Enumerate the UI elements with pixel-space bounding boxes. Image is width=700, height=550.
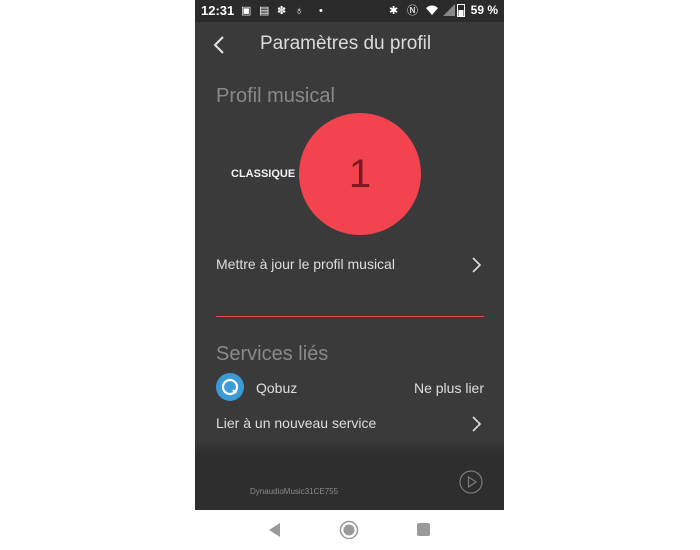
battery-percent: 59 % [470,3,498,17]
header: Paramètres du profil [195,22,504,70]
more-notifications-icon: • [319,5,323,17]
bluetooth-icon: ✱ [389,5,399,17]
link-new-service-label: Lier à un nouveau service [216,415,377,431]
play-icon[interactable] [459,470,483,494]
signal-icon [443,4,455,16]
battery-icon [457,4,465,17]
update-music-profile-row[interactable]: Mettre à jour le profil musical [216,253,484,277]
link-new-service-row[interactable]: Lier à un nouveau service [216,412,484,436]
nfc-icon: Ⓝ [407,5,418,17]
status-time: 12:31 [201,3,235,18]
nav-back-icon[interactable] [267,522,283,538]
player-bar: DynaudioMusic31CE755 [195,454,504,510]
section-divider [216,316,484,317]
qobuz-icon [216,373,244,401]
nav-recent-apps-icon[interactable] [417,523,430,536]
update-music-profile-label: Mettre à jour le profil musical [216,256,395,272]
service-name-qobuz: Qobuz [256,380,298,396]
profile-number: 1 [348,151,372,196]
status-bar: 12:31 ▣ ▤ ✽ ♁ • ✱ Ⓝ 59 % [195,0,504,22]
list-fade [195,440,504,454]
linked-services-section-title: Services liés [216,343,329,365]
back-arrow-icon[interactable] [209,32,231,58]
device-name: DynaudioMusic31CE755 [250,487,339,496]
phone-screen: 12:31 ▣ ▤ ✽ ♁ • ✱ Ⓝ 59 % Paramètres du p… [195,0,504,550]
profile-circle: 1 [299,113,421,235]
chevron-right-icon [472,257,482,273]
genre-label: CLASSIQUE [231,168,296,180]
settings-notification-icon: ✽ [277,5,287,17]
chevron-right-icon [472,416,482,432]
music-profile-section-title: Profil musical [216,85,335,107]
android-nav-bar [195,510,504,550]
wifi-icon [426,5,438,15]
nav-home-icon[interactable] [339,520,359,540]
lightbulb-icon: ♁ [295,5,304,17]
message-notification-icon: ▤ [259,5,270,17]
image-notification-icon: ▣ [241,5,252,17]
page-title: Paramètres du profil [260,33,432,54]
unlink-button[interactable]: Ne plus lier [414,380,484,396]
